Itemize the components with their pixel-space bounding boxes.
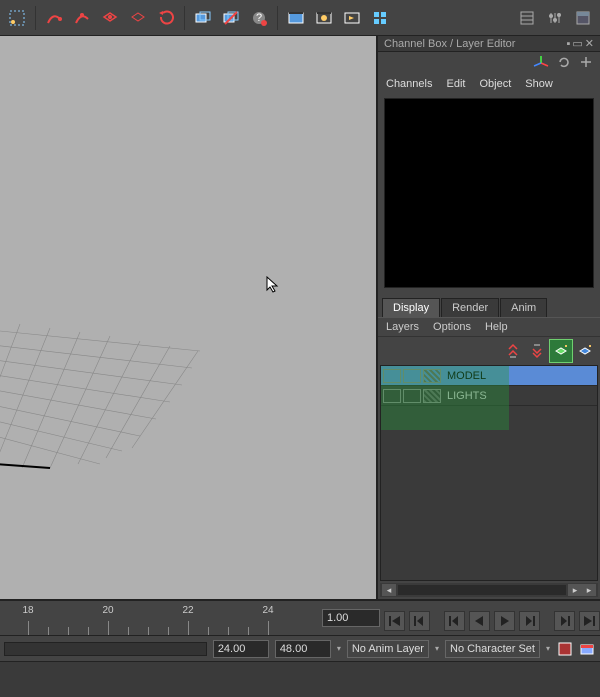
expand-icon[interactable]: [578, 54, 594, 73]
tab-display[interactable]: Display: [382, 298, 440, 317]
range-end-field[interactable]: [275, 640, 331, 658]
step-forward-key-icon[interactable]: [554, 611, 575, 631]
layer-row[interactable]: MODEL: [381, 366, 597, 386]
select-lasso-icon[interactable]: [4, 5, 30, 31]
scroll-left-icon[interactable]: ◂: [382, 584, 396, 596]
perspective-grid: [0, 296, 210, 476]
anim-layer-dropdown[interactable]: No Anim Layer: [347, 640, 429, 658]
panel-minimize-icon[interactable]: ▭: [572, 37, 582, 50]
layer-visibility-toggle[interactable]: [383, 369, 401, 383]
menu-help[interactable]: Help: [485, 321, 508, 333]
snap-toggle-icon[interactable]: [153, 5, 179, 31]
ipr-icon[interactable]: [367, 5, 393, 31]
move-layer-up-icon[interactable]: [502, 340, 524, 362]
render-batch-icon[interactable]: [339, 5, 365, 31]
axis-gizmo-icon[interactable]: [532, 54, 550, 72]
new-layer-selected-icon[interactable]: [574, 340, 596, 362]
step-back-icon[interactable]: [444, 611, 465, 631]
go-to-start-icon[interactable]: [384, 611, 405, 631]
snap-grid-icon[interactable]: [125, 5, 151, 31]
layer-playback-toggle[interactable]: [403, 389, 421, 403]
channel-box-icon[interactable]: [570, 5, 596, 31]
attr-editor-icon[interactable]: [514, 5, 540, 31]
playback-controls: [384, 601, 600, 635]
history-off-icon[interactable]: [218, 5, 244, 31]
layer-display-type-toggle[interactable]: [423, 389, 441, 403]
snap-point-icon[interactable]: [69, 5, 95, 31]
layer-tabs: Display Render Anim: [378, 298, 600, 317]
auto-key-icon[interactable]: [556, 640, 574, 658]
panel-title: Channel Box / Layer Editor: [384, 38, 515, 50]
snap-surface-icon[interactable]: [97, 5, 123, 31]
tick-label: 18: [22, 605, 33, 616]
layer-name[interactable]: MODEL: [447, 370, 486, 382]
layer-menu: Layers Options Help: [378, 317, 600, 337]
range-start-field[interactable]: [213, 640, 269, 658]
shelf-toolbar: ?: [0, 0, 600, 36]
panel-title-bar: Channel Box / Layer Editor ▪ ▭ ✕: [378, 36, 600, 52]
tick-label: 20: [102, 605, 113, 616]
character-set-dropdown[interactable]: No Character Set: [445, 640, 540, 658]
tick-label: 22: [182, 605, 193, 616]
layer-buttons: [378, 337, 600, 365]
prefs-icon[interactable]: [578, 640, 596, 658]
tool-settings-icon[interactable]: [542, 5, 568, 31]
menu-object[interactable]: Object: [479, 78, 511, 90]
play-forward-icon[interactable]: [494, 611, 515, 631]
menu-show[interactable]: Show: [525, 78, 553, 90]
layer-playback-toggle[interactable]: [403, 369, 421, 383]
move-layer-down-icon[interactable]: [526, 340, 548, 362]
current-frame-field[interactable]: [322, 609, 380, 627]
sync-icon[interactable]: [556, 54, 572, 73]
play-back-icon[interactable]: [469, 611, 490, 631]
tick-label: 24: [262, 605, 273, 616]
snap-curve-icon[interactable]: [41, 5, 67, 31]
scroll-end-icon[interactable]: ▸: [582, 584, 596, 596]
new-layer-icon[interactable]: [550, 340, 572, 362]
viewport-3d[interactable]: [0, 36, 378, 599]
scroll-right-icon[interactable]: ▸: [568, 584, 582, 596]
tab-anim[interactable]: Anim: [500, 298, 547, 317]
history-on-icon[interactable]: [190, 5, 216, 31]
time-slider: 18 20 22 24: [0, 599, 600, 635]
time-ruler[interactable]: 18 20 22 24: [0, 601, 318, 635]
channel-menu: Channels Edit Object Show: [378, 74, 600, 94]
status-bar: [0, 661, 600, 697]
dropdown-arrow-icon[interactable]: ▾: [435, 644, 439, 653]
construction-history-icon[interactable]: ?: [246, 5, 272, 31]
layer-display-type-toggle[interactable]: [423, 369, 441, 383]
layer-row[interactable]: LIGHTS: [381, 386, 597, 406]
layer-name[interactable]: LIGHTS: [447, 390, 487, 402]
menu-options[interactable]: Options: [433, 321, 471, 333]
tab-render[interactable]: Render: [441, 298, 499, 317]
go-to-end-icon[interactable]: [579, 611, 600, 631]
step-back-key-icon[interactable]: [409, 611, 430, 631]
cursor-icon: [266, 276, 280, 299]
range-slider-bar: ▾ No Anim Layer ▾ No Character Set ▾: [0, 635, 600, 661]
panel-dock-icon[interactable]: ▪: [566, 38, 570, 50]
dropdown-arrow-icon[interactable]: ▾: [546, 644, 550, 653]
layer-hscroll[interactable]: ◂ ▸ ▸: [380, 583, 598, 597]
channel-list[interactable]: [384, 98, 594, 288]
render-anim-icon[interactable]: [311, 5, 337, 31]
render-frame-icon[interactable]: [283, 5, 309, 31]
menu-edit[interactable]: Edit: [446, 78, 465, 90]
channel-box-panel: Channel Box / Layer Editor ▪ ▭ ✕ Channel…: [378, 36, 600, 599]
menu-channels[interactable]: Channels: [386, 78, 432, 90]
dropdown-arrow-icon[interactable]: ▾: [337, 644, 341, 653]
range-slider[interactable]: [4, 642, 207, 656]
layer-visibility-toggle[interactable]: [383, 389, 401, 403]
panel-close-icon[interactable]: ✕: [585, 37, 594, 50]
step-forward-icon[interactable]: [519, 611, 540, 631]
layer-list[interactable]: MODEL LIGHTS: [380, 365, 598, 581]
menu-layers[interactable]: Layers: [386, 321, 419, 333]
